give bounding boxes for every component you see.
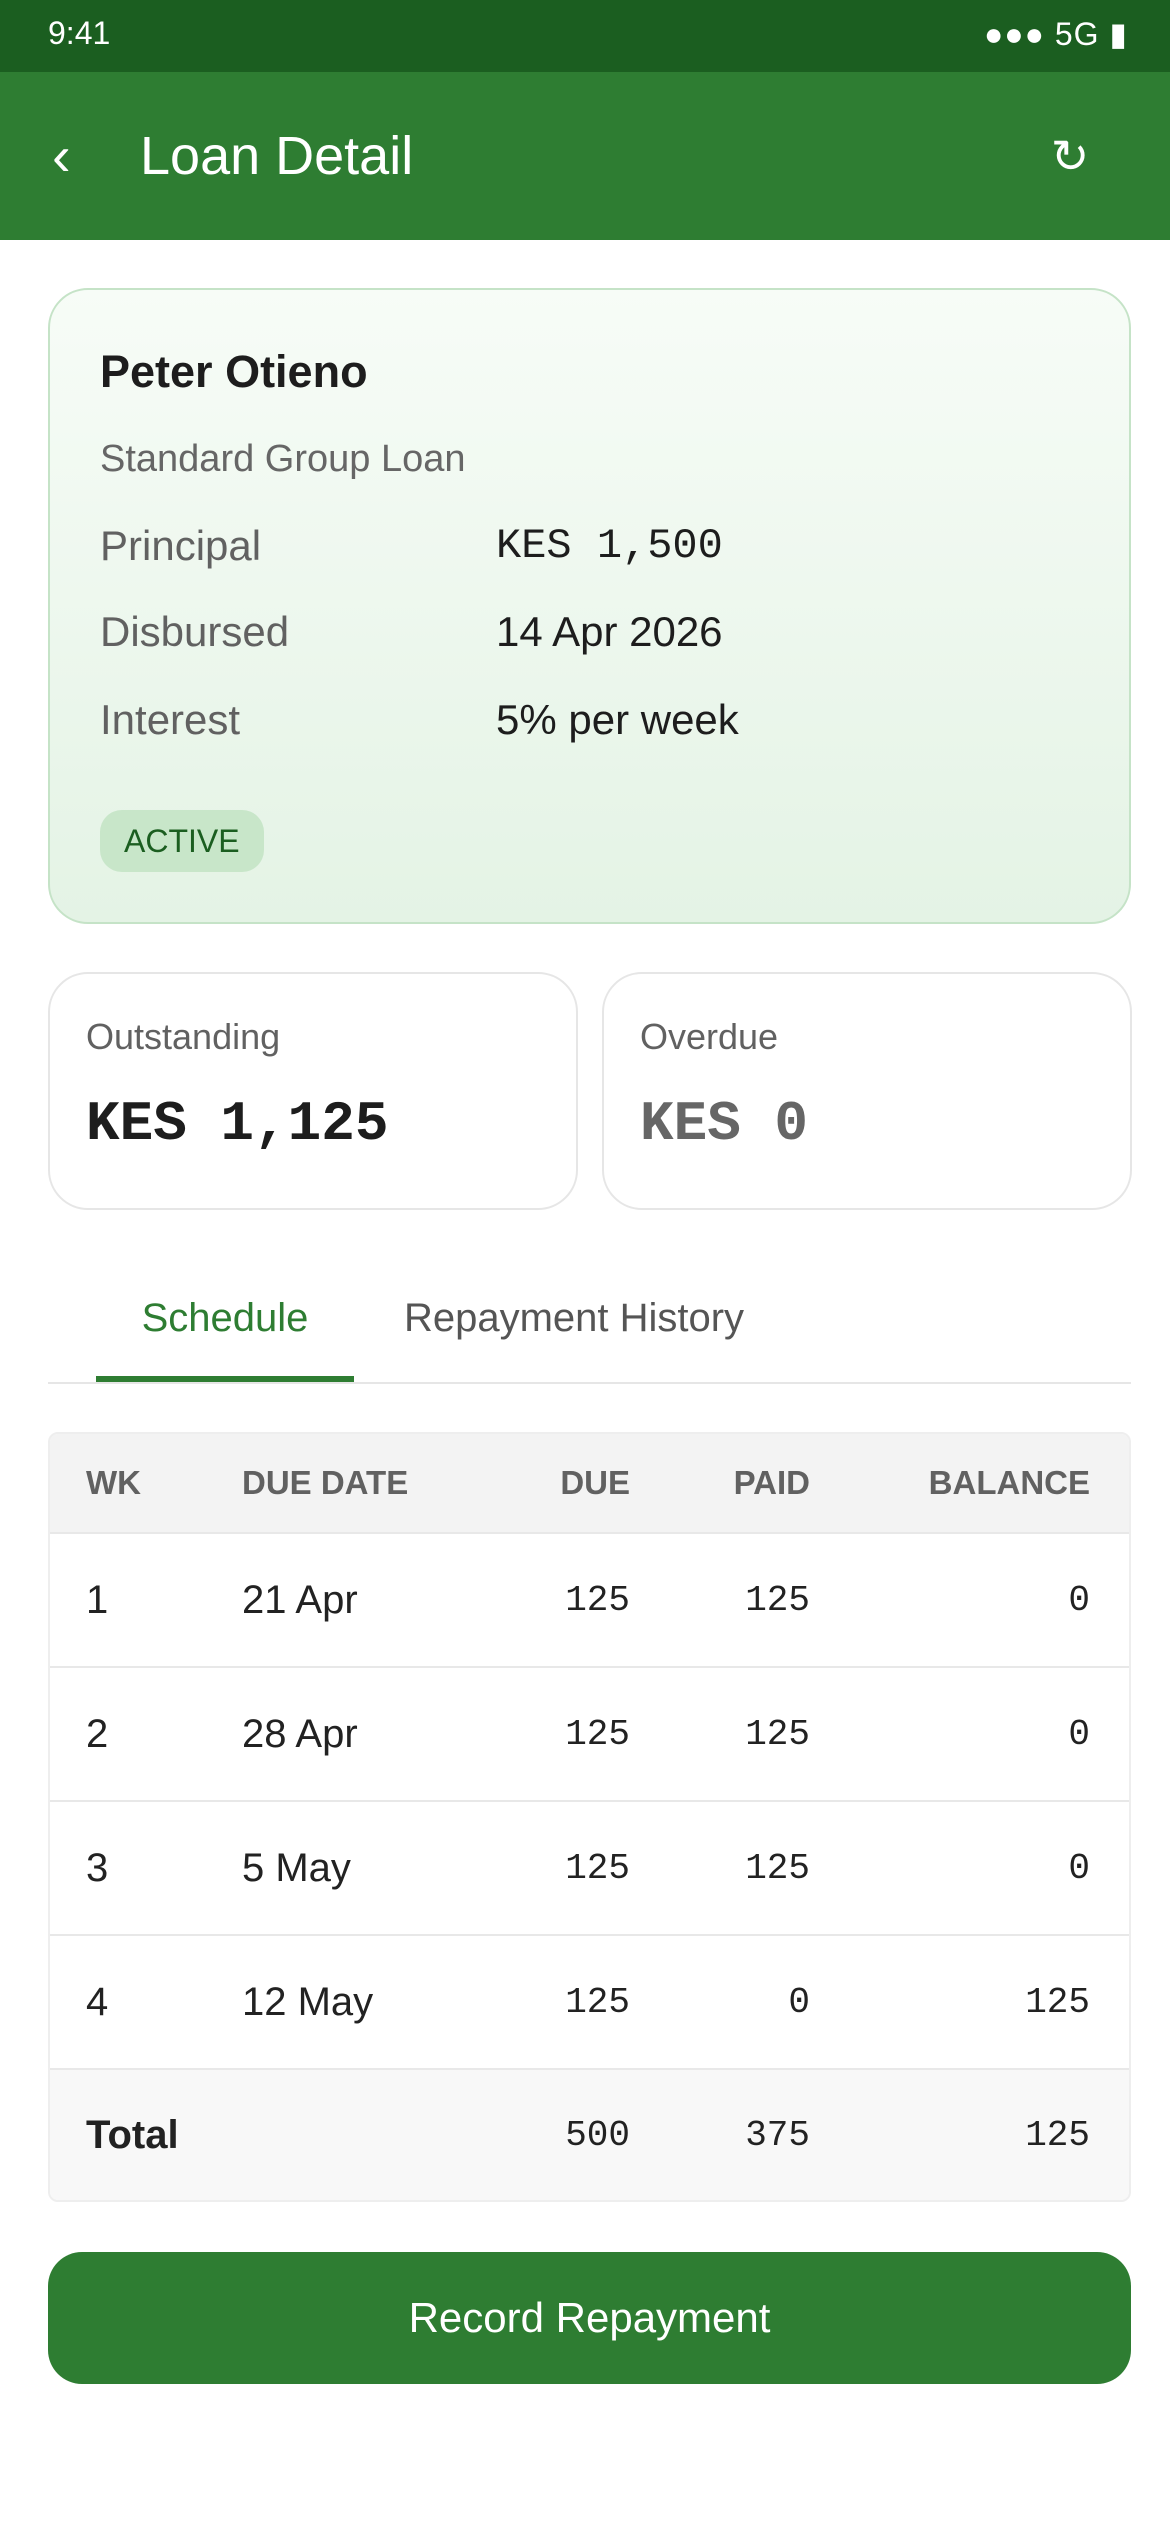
total-balance: 125 [1025, 2114, 1090, 2156]
cell-week: 3 [86, 1845, 109, 1890]
interest-row: Interest 5% per week [100, 696, 1080, 756]
interest-label: Interest [100, 696, 241, 743]
cell-balance: 125 [1025, 1981, 1090, 2023]
cell-balance: 0 [1068, 1713, 1090, 1755]
outstanding-label: Outstanding [86, 1016, 281, 1057]
column-header-paid: PAID [733, 1464, 810, 1501]
disbursed-row: Disbursed 14 Apr 2026 [100, 608, 1080, 668]
outstanding-value: KES 1,125 [86, 1092, 389, 1156]
borrower-name: Peter Otieno [100, 346, 368, 397]
cell-due: 125 [565, 1847, 630, 1889]
interest-value: 5% per week [496, 696, 739, 743]
cell-due: 125 [565, 1579, 630, 1621]
signal-battery-indicators: ●●● 5G ▮ [983, 16, 1128, 52]
cell-paid: 0 [788, 1981, 810, 2023]
table-row: 1 21 Apr 125 125 0 [50, 1534, 1129, 1668]
principal-row: Principal KES 1,500 [100, 522, 1080, 582]
tab-repayment-history[interactable]: Repayment History [384, 1266, 764, 1382]
status-time: 9:41 [48, 15, 111, 51]
loan-summary-card: Peter Otieno Standard Group Loan Princip… [48, 288, 1131, 924]
status-badge: ACTIVE [100, 810, 264, 872]
disbursed-label: Disbursed [100, 608, 290, 655]
outstanding-card: Outstanding KES 1,125 [48, 972, 578, 1210]
cell-paid: 125 [745, 1847, 810, 1889]
principal-value: KES 1,500 [496, 522, 723, 570]
column-header-due: DUE [560, 1464, 630, 1501]
disbursed-value: 14 Apr 2026 [496, 608, 723, 655]
loan-product: Standard Group Loan [100, 438, 466, 480]
cell-week: 2 [86, 1711, 109, 1756]
cell-balance: 0 [1068, 1579, 1090, 1621]
total-due: 500 [565, 2114, 630, 2156]
cell-paid: 125 [745, 1713, 810, 1755]
cell-due: 125 [565, 1981, 630, 2023]
schedule-table: WK DUE DATE DUE PAID BALANCE 1 21 Apr 12… [48, 1432, 1131, 2202]
cell-week: 4 [86, 1979, 109, 2024]
page-title: Loan Detail [140, 126, 414, 186]
cell-week: 1 [86, 1577, 109, 1622]
column-header-wk: WK [86, 1464, 141, 1501]
status-bar: 9:41 ●●● 5G ▮ [0, 0, 1170, 72]
chevron-left-icon: ‹ [52, 124, 71, 187]
record-repayment-button[interactable]: Record Repayment [48, 2252, 1131, 2384]
tab-schedule[interactable]: Schedule [96, 1266, 354, 1382]
overdue-label: Overdue [640, 1016, 779, 1057]
total-label: Total [86, 2112, 179, 2157]
overdue-value: KES 0 [640, 1092, 809, 1156]
table-total-row: Total 500 375 125 [50, 2070, 1129, 2200]
table-row: 2 28 Apr 125 125 0 [50, 1668, 1129, 1802]
refresh-button[interactable]: ↻ [1040, 124, 1100, 188]
cell-balance: 0 [1068, 1847, 1090, 1889]
table-row: 4 12 May 125 0 125 [50, 1936, 1129, 2070]
principal-label: Principal [100, 522, 262, 569]
back-button[interactable]: ‹ [52, 118, 112, 194]
refresh-icon: ↻ [1050, 130, 1090, 182]
table-header: WK DUE DATE DUE PAID BALANCE [50, 1434, 1129, 1534]
total-paid: 375 [745, 2114, 810, 2156]
cell-due: 125 [565, 1713, 630, 1755]
tab-bar: Schedule Repayment History [48, 1266, 1131, 1384]
table-row: 3 5 May 125 125 0 [50, 1802, 1129, 1936]
overdue-card: Overdue KES 0 [602, 972, 1132, 1210]
column-header-balance: BALANCE [928, 1464, 1090, 1501]
cell-paid: 125 [745, 1579, 810, 1621]
app-bar: ‹ Loan Detail ↻ [0, 72, 1170, 240]
